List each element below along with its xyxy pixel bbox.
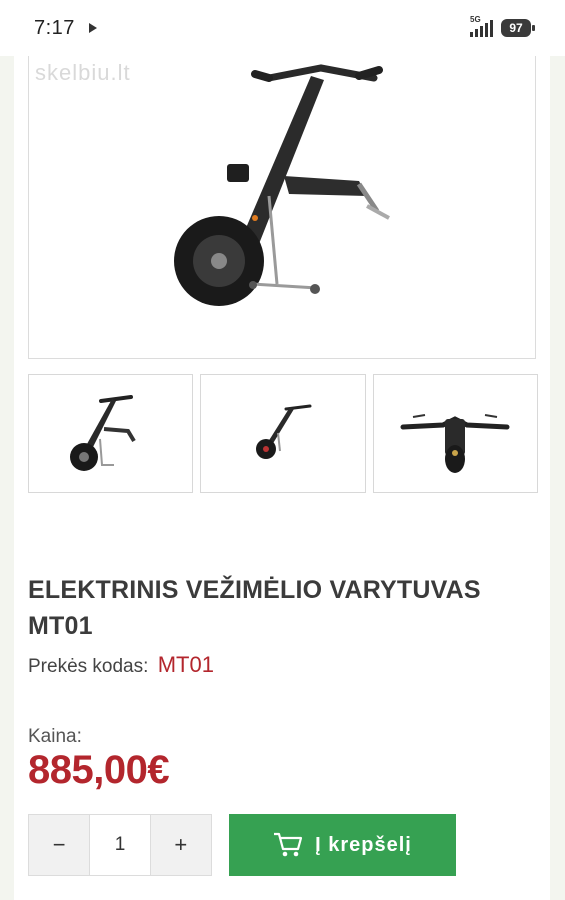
sku-label: Prekės kodas: bbox=[28, 656, 149, 677]
quantity-stepper: − 1 + bbox=[28, 814, 212, 876]
quantity-decrease-button[interactable]: − bbox=[29, 815, 90, 875]
signal-icon: 5G bbox=[470, 15, 493, 37]
quantity-input[interactable]: 1 bbox=[89, 815, 151, 875]
thumbnail-image bbox=[255, 404, 312, 459]
status-bar: 7:17 5G 97 bbox=[0, 0, 565, 56]
status-icons: 5G 97 bbox=[470, 15, 535, 37]
product-sku: Prekės kodas: MT01 bbox=[28, 652, 214, 678]
battery-icon: 97 bbox=[501, 19, 535, 37]
thumbnail-image bbox=[400, 413, 510, 473]
product-price: 885,00€ bbox=[28, 748, 170, 792]
thumbnail-strip bbox=[28, 374, 538, 494]
play-icon bbox=[88, 23, 97, 33]
cart-icon bbox=[274, 832, 303, 857]
watermark: skelbiu.lt bbox=[35, 60, 131, 85]
product-page: skelbiu.lt ELEKTRINIS VEŽIMĖLIO VARYTUVA… bbox=[14, 56, 550, 900]
sku-value: MT01 bbox=[157, 652, 214, 677]
add-to-cart-button[interactable]: Į krepšelį bbox=[229, 814, 456, 876]
quantity-increase-button[interactable]: + bbox=[150, 815, 211, 875]
product-title: ELEKTRINIS VEŽIMĖLIO VARYTUVAS MT01 bbox=[28, 576, 481, 640]
thumbnail-image bbox=[69, 394, 136, 471]
status-time: 7:17 bbox=[34, 16, 75, 39]
add-to-cart-label: Į krepšelį bbox=[315, 833, 412, 856]
product-main-image[interactable]: skelbiu.lt bbox=[28, 56, 536, 359]
price-label: Kaina: bbox=[28, 726, 82, 747]
wheelchair-attachment-image bbox=[174, 64, 390, 306]
thumbnail-3[interactable] bbox=[372, 374, 538, 493]
network-label: 5G bbox=[470, 15, 481, 24]
thumbnail-1[interactable] bbox=[28, 374, 194, 493]
thumbnail-2[interactable] bbox=[200, 374, 366, 493]
